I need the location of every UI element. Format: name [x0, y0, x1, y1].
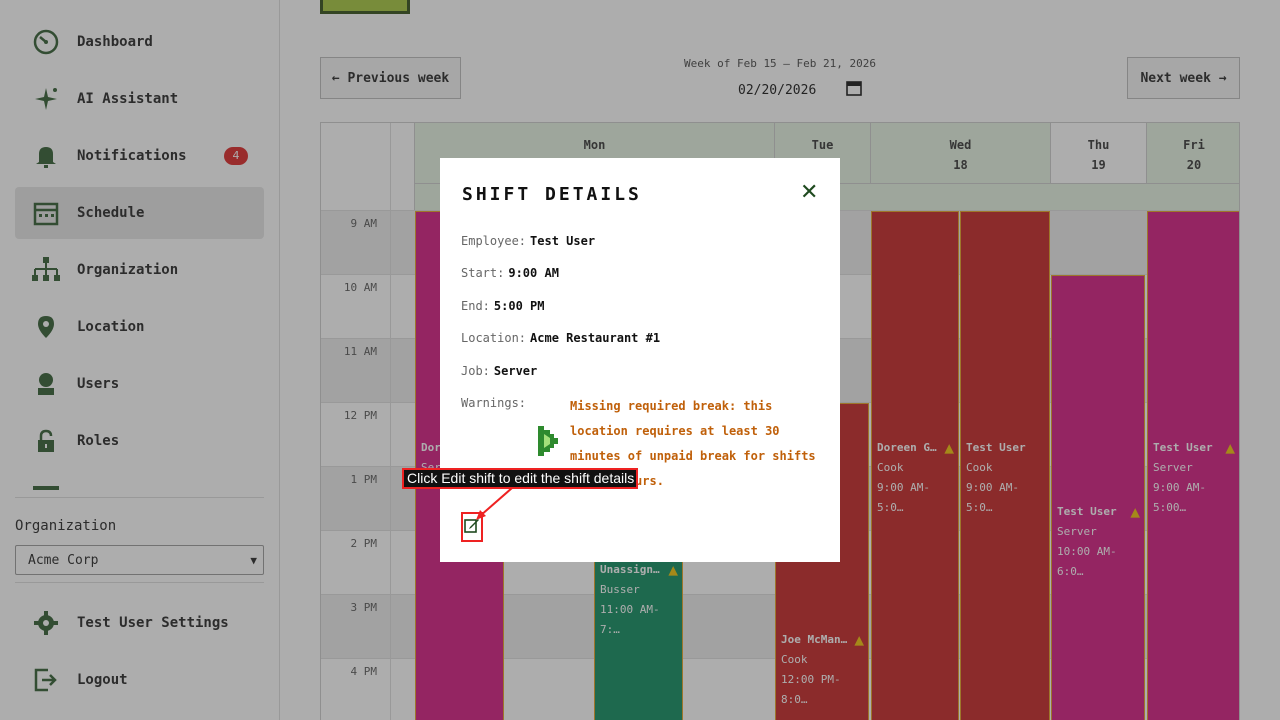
field-label: End: — [461, 299, 490, 313]
field-label: Employee: — [461, 234, 527, 248]
field-value: Server — [493, 364, 538, 378]
field-value: 5:00 PM — [493, 299, 545, 313]
tooltip-arrow-icon — [476, 487, 513, 520]
field-label: Start: — [461, 266, 505, 280]
close-icon[interactable]: ✕ — [800, 180, 818, 205]
employee-field: Employee: Test User — [461, 234, 595, 248]
field-label: Warnings: — [461, 396, 527, 410]
field-label: Job: — [461, 364, 490, 378]
play-arrow-icon — [536, 424, 560, 458]
location-field: Location: Acme Restaurant #1 — [461, 331, 660, 345]
start-field: Start: 9:00 AM — [461, 266, 559, 280]
field-value: Acme Restaurant #1 — [530, 331, 661, 345]
field-value: Test User — [530, 234, 596, 248]
job-field: Job: Server — [461, 364, 537, 378]
edit-shift-tooltip: Click Edit shift to edit the shift detai… — [402, 468, 638, 489]
end-field: End: 5:00 PM — [461, 299, 544, 313]
field-label: Location: — [461, 331, 527, 345]
modal-title: SHIFT DETAILS — [462, 184, 642, 205]
field-value: 9:00 AM — [508, 266, 559, 280]
warnings-field: Warnings: — [461, 396, 526, 410]
